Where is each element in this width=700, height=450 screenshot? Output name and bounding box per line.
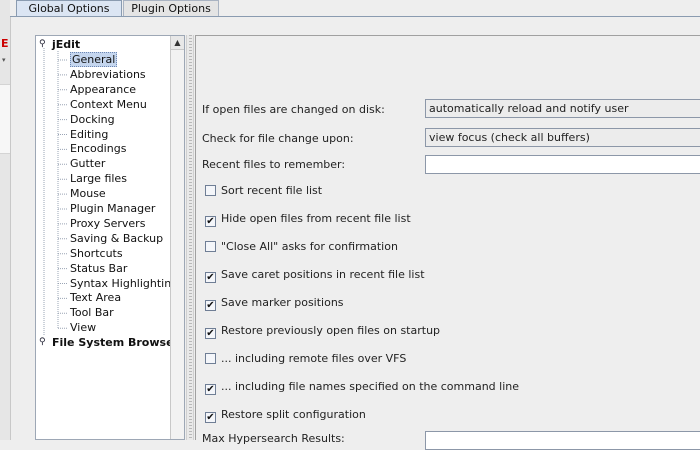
checkbox-label: Sort recent file list — [221, 184, 323, 197]
option-restore-previously-open-files-on-startup[interactable]: ✔ Restore previously open files on startu… — [205, 324, 441, 339]
recent-files-label: Recent files to remember: — [202, 158, 346, 171]
checkbox-label: "Close All" asks for confirmation — [221, 240, 398, 253]
tree-item-large-files[interactable]: Large files — [70, 171, 127, 186]
checkbox-including-file-names-specified-on-the-command-line[interactable]: ✔ — [205, 384, 216, 395]
checkbox-label: Restore previously open files on startup — [221, 324, 441, 337]
checkbox-hide-open-files-from-recent-file-list[interactable]: ✔ — [205, 216, 216, 227]
checkbox-label: Save marker positions — [221, 296, 344, 309]
tab-plugin-options[interactable]: Plugin Options — [123, 0, 219, 16]
tree-item-context-menu[interactable]: Context Menu — [70, 97, 147, 112]
tree-item-label: Status Bar — [70, 261, 128, 275]
tree-item-appearance[interactable]: Appearance — [70, 82, 136, 97]
tree-item-label: Abbreviations — [70, 67, 146, 81]
file-check-combo[interactable]: view focus (check all buffers) — [425, 128, 700, 147]
tree-root-jedit[interactable]: jEdit — [52, 37, 80, 52]
tree-item-editing[interactable]: Editing — [70, 127, 108, 142]
splitter-grip[interactable] — [189, 35, 192, 440]
checkbox-restore-previously-open-files-on-startup[interactable]: ✔ — [205, 328, 216, 339]
checkbox-close-all-asks-for-confirmation[interactable] — [205, 241, 216, 252]
tree-item-plugin-manager[interactable]: Plugin Manager — [70, 201, 155, 216]
tree-item-label: Mouse — [70, 187, 106, 201]
tree-item-label: Shortcuts — [70, 246, 123, 260]
tree-item-label: Large files — [70, 172, 127, 186]
reload-policy-label: If open files are changed on disk: — [202, 103, 385, 116]
tree-item-label: Text Area — [70, 291, 122, 305]
checkbox-sort-recent-file-list[interactable] — [205, 185, 216, 196]
tree-expand-icon[interactable]: ⚲ — [39, 338, 48, 347]
tree-item-tool-bar[interactable]: Tool Bar — [70, 305, 114, 320]
split-pane-divider[interactable] — [186, 35, 194, 440]
checkbox-save-caret-positions-in-recent-file-list[interactable]: ✔ — [205, 272, 216, 283]
reload-policy-combo[interactable]: automatically reload and notify user — [425, 99, 700, 118]
max-hypersearch-label: Max Hypersearch Results: — [202, 432, 345, 445]
scroll-up-arrow-icon[interactable]: ▲ — [171, 36, 184, 50]
tree-item-mouse[interactable]: Mouse — [70, 186, 106, 201]
checkbox-label: Restore split configuration — [221, 408, 366, 421]
checkbox-including-remote-files-over-vfs[interactable] — [205, 353, 216, 364]
tree-root-file-system-browser[interactable]: File System Browser — [52, 335, 179, 350]
tree-item-view[interactable]: View — [70, 320, 96, 335]
option-save-caret-positions-in-recent-file-list[interactable]: ✔ Save caret positions in recent file lis… — [205, 268, 425, 283]
max-hypersearch-input[interactable] — [425, 431, 700, 450]
checkbox-label: ... including file names specified on th… — [221, 380, 520, 393]
background-window-letter: E — [1, 37, 9, 50]
tree-item-status-bar[interactable]: Status Bar — [70, 261, 127, 276]
checkbox-label: Save caret positions in recent file list — [221, 268, 425, 281]
option-save-marker-positions[interactable]: ✔ Save marker positions — [205, 296, 344, 311]
tree-item-label: Appearance — [70, 82, 137, 96]
background-panel — [0, 84, 10, 154]
tree-item-label: Tool Bar — [70, 306, 114, 320]
option-including-file-names-specified-on-the-command-line[interactable]: ✔ ... including file names specified on t… — [205, 380, 520, 395]
checkbox-label: Hide open files from recent file list — [221, 212, 411, 225]
file-check-label: Check for file change upon: — [202, 132, 354, 145]
tree-item-shortcuts[interactable]: Shortcuts — [70, 246, 123, 261]
tree-item-label: Encodings — [70, 142, 127, 156]
option-sort-recent-file-list[interactable]: Sort recent file list — [205, 184, 322, 198]
tree-collapse-icon[interactable]: ⚲ — [39, 40, 48, 49]
tree-item-encodings[interactable]: Encodings — [70, 141, 126, 156]
tree-item-saving-backup[interactable]: Saving & Backup — [70, 231, 163, 246]
tree-item-label: General — [70, 52, 118, 67]
background-dropdown-icon: ▾ — [2, 56, 6, 64]
checkbox-restore-split-configuration[interactable]: ✔ — [205, 412, 216, 423]
option-restore-split-configuration[interactable]: ✔ Restore split configuration — [205, 408, 366, 423]
tree-item-label: Saving & Backup — [70, 231, 164, 245]
tree-item-label: Plugin Manager — [70, 202, 156, 215]
recent-files-input[interactable] — [425, 155, 700, 174]
tree-scrollbar[interactable]: ▲ — [170, 36, 184, 439]
tree-item-abbreviations[interactable]: Abbreviations — [70, 67, 146, 82]
tree-item-text-area[interactable]: Text Area — [70, 290, 121, 305]
tab-global-options[interactable]: Global Options — [16, 0, 122, 16]
tree-item-label: View — [70, 321, 97, 335]
tree-item-label: Gutter — [70, 157, 106, 171]
tree-item-proxy-servers[interactable]: Proxy Servers — [70, 216, 145, 231]
tree-item-label: Docking — [70, 112, 115, 126]
options-tree[interactable]: ⚲ jEdit General Abbreviations Appearance Co… — [35, 35, 185, 440]
tree-item-general[interactable]: General — [70, 52, 118, 67]
tree-item-label: Syntax Highlighting — [70, 276, 179, 290]
checkbox-save-marker-positions[interactable]: ✔ — [205, 300, 216, 311]
tree-item-label: Context Menu — [70, 97, 147, 111]
tree-item-label: Proxy Servers — [70, 216, 146, 230]
option-hide-open-files-from-recent-file-list[interactable]: ✔ Hide open files from recent file list — [205, 212, 411, 227]
option-including-remote-files-over-vfs[interactable]: ... including remote files over VFS — [205, 352, 406, 366]
tree-item-label: Editing — [70, 127, 109, 141]
tree-item-gutter[interactable]: Gutter — [70, 156, 105, 171]
option-close-all-asks-for-confirmation[interactable]: "Close All" asks for confirmation — [205, 240, 398, 254]
tree-item-syntax-highlighting[interactable]: Syntax Highlighting — [70, 276, 178, 291]
tree-item-docking[interactable]: Docking — [70, 112, 115, 127]
background-window-edge: E ▾ — [0, 0, 11, 440]
checkbox-label: ... including remote files over VFS — [221, 352, 407, 365]
options-tab-bar: Global Options Plugin Options — [10, 0, 700, 17]
